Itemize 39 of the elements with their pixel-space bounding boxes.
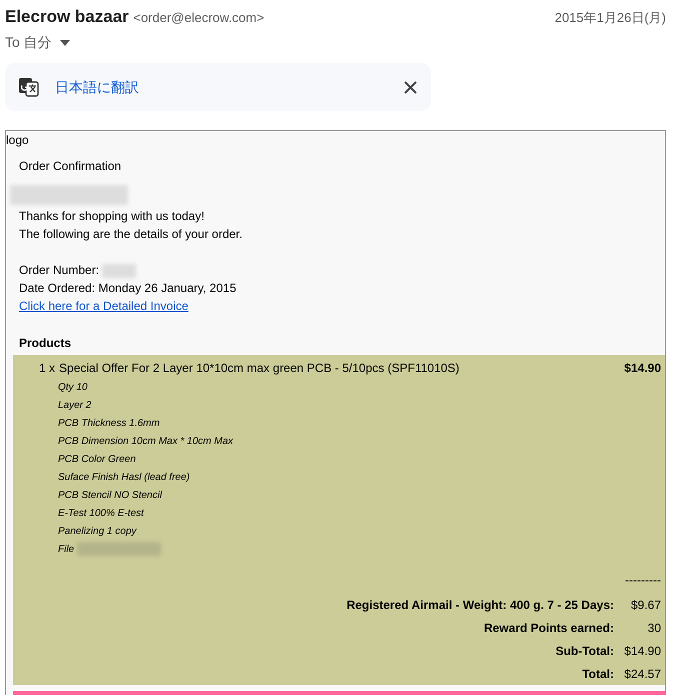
total-label: Total: bbox=[582, 666, 614, 680]
product-option: PCB Thickness 1.6mm bbox=[39, 415, 661, 433]
total-label: Reward Points earned: bbox=[484, 620, 614, 634]
product-price: $14.90 bbox=[624, 361, 661, 377]
product-option: E-Test 100% E-test bbox=[39, 505, 661, 523]
product-option: Panelizing 1 copy bbox=[39, 523, 661, 541]
product-name: Special Offer For 2 Layer 10*10cm max green PCB - 5/10pcs (SPF11010S) bbox=[59, 361, 460, 377]
email-date: 2015年1月26日(月) bbox=[554, 9, 666, 27]
order-title: Order Confirmation bbox=[18, 158, 122, 175]
separator-text: --------- bbox=[625, 573, 661, 587]
field-label: Order Number: bbox=[19, 263, 100, 277]
recipient-label: To 自分 bbox=[5, 33, 52, 52]
body-text: The following are the details of your order. bbox=[18, 226, 244, 243]
product-option: PCB Dimension 10cm Max * 10cm Max bbox=[39, 433, 661, 451]
total-value: $24.57 bbox=[624, 666, 661, 680]
redacted-text bbox=[102, 264, 136, 278]
total-label: Registered Airmail - Weight: 400 g. 7 - 25 Days: bbox=[346, 598, 614, 612]
total-value: $14.90 bbox=[624, 644, 661, 658]
product-option: PCB Stencil NO Stencil bbox=[39, 487, 661, 505]
logo-alt-text: logo bbox=[6, 132, 30, 149]
product-option: Qty 10 bbox=[39, 379, 661, 397]
sender-email: <order@elecrow.com> bbox=[133, 10, 264, 25]
body-text: Thanks for shopping with us today! bbox=[18, 208, 206, 225]
invoice-link[interactable]: Click here for a Detailed Invoice bbox=[19, 299, 188, 313]
dropdown-caret-icon[interactable] bbox=[60, 40, 70, 46]
product-option: Layer 2 bbox=[39, 397, 661, 415]
total-value: 30 bbox=[648, 620, 661, 634]
product-quantity: 1 x bbox=[39, 361, 56, 377]
close-button[interactable] bbox=[404, 80, 417, 94]
option-label: File bbox=[58, 544, 74, 555]
product-option: PCB Color Green bbox=[39, 451, 661, 469]
body-text: Date Ordered: Monday 26 January, 2015 bbox=[18, 280, 238, 297]
total-value: $9.67 bbox=[630, 598, 661, 612]
sender-name: Elecrow bazaar bbox=[5, 7, 129, 26]
total-label: Sub-Total: bbox=[556, 644, 614, 658]
translate-icon[interactable] bbox=[19, 77, 39, 97]
product-option: Suface Finish Hasl (lead free) bbox=[39, 469, 661, 487]
products-heading: Products bbox=[18, 335, 72, 349]
translate-link[interactable]: 日本語に翻訳 bbox=[55, 76, 139, 98]
